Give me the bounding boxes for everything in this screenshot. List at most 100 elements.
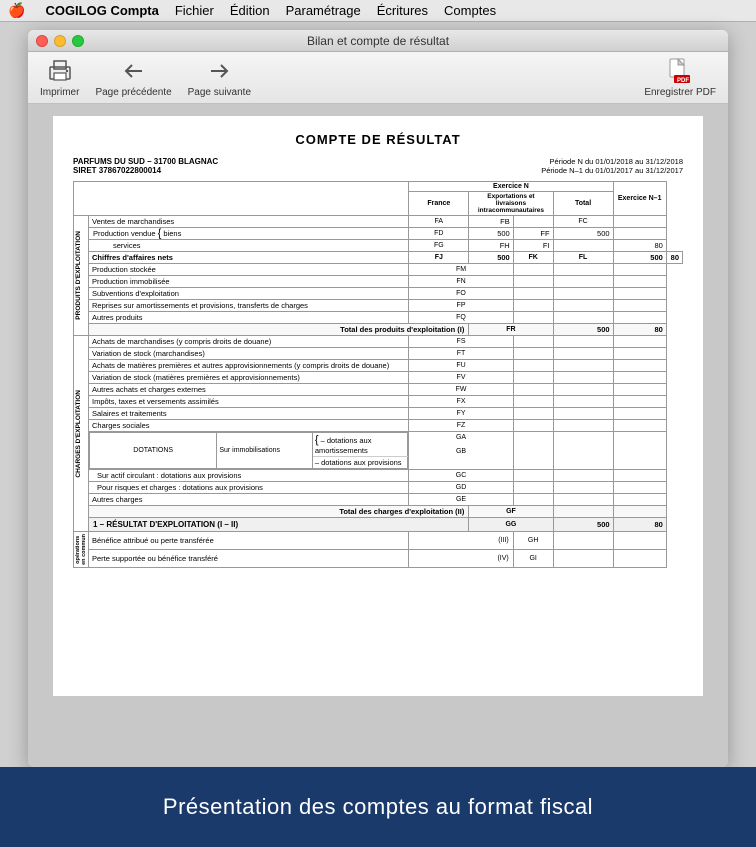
app-name[interactable]: COGILOG Compta: [45, 3, 158, 18]
resultat-exploit-500: 500: [553, 518, 613, 532]
total-charges-n1: [613, 506, 666, 518]
period-n1: Période N–1 du 01/01/2017 au 31/12/2017: [541, 166, 683, 175]
prod-services-label: services: [89, 240, 409, 252]
var-stock-mp-v2: [553, 372, 613, 384]
menu-comptes[interactable]: Comptes: [444, 3, 496, 18]
dot-actif-v2: [553, 470, 613, 482]
next-label: Page suivante: [188, 87, 251, 98]
dot-actif-label: Sur actif circulant : dotations aux prov…: [89, 470, 409, 482]
autres-achats-v2: [553, 384, 613, 396]
menu-ecritures[interactable]: Écritures: [377, 3, 428, 18]
total-produits-n1-80: 80: [613, 324, 666, 336]
document-title: COMPTE DE RÉSULTAT: [73, 132, 683, 147]
subv-v1: [513, 288, 553, 300]
charges-soc-label: Charges sociales: [89, 420, 409, 432]
dotations-v1: [513, 432, 553, 470]
document: COMPTE DE RÉSULTAT PARFUMS DU SUD – 3170…: [53, 116, 703, 696]
dot-risques-n1: [613, 482, 666, 494]
prev-page-button[interactable]: Page précédente: [95, 57, 171, 98]
siret: SIRET 37867022800014: [73, 166, 218, 175]
dot-actif-v1: [513, 470, 553, 482]
close-button[interactable]: [36, 35, 48, 47]
autres-prod-n1: [613, 312, 666, 324]
operations-section-label: opérationsen commun: [75, 534, 87, 565]
banner: Présentation des comptes au format fisca…: [0, 767, 756, 847]
content-area: COMPTE DE RÉSULTAT PARFUMS DU SUD – 3170…: [28, 104, 728, 767]
prod-immo-code-fn: FN: [409, 276, 513, 288]
produits-section-label: PRODUITS D'EXPLOITATION: [75, 231, 82, 320]
print-button[interactable]: Imprimer: [40, 57, 79, 98]
achats-mp-v1: [513, 360, 553, 372]
var-stock-mp-v1: [513, 372, 553, 384]
dot-risques-label: Pour risques et charges : dotations aux …: [89, 482, 409, 494]
perte-support-label: Perte supportée ou bénéfice transféré: [89, 550, 409, 568]
titlebar: Bilan et compte de résultat: [28, 30, 728, 52]
achats-mp-label: Achats de matières premières et autres a…: [89, 360, 409, 372]
print-icon: [44, 57, 76, 85]
pdf-label: Enregistrer PDF: [644, 87, 716, 98]
svg-text:PDF: PDF: [677, 78, 689, 84]
charges-section-label: CHARGES D'EXPLOITATION: [75, 390, 82, 478]
prod-services-n1-80: 80: [613, 240, 666, 252]
prod-biens-ff: FF: [513, 228, 553, 240]
total-charges-v: [553, 506, 613, 518]
dot-risques-v1: [513, 482, 553, 494]
print-label: Imprimer: [40, 87, 79, 98]
ca-n1-80: 80: [666, 252, 682, 264]
banner-text: Présentation des comptes au format fisca…: [163, 794, 593, 820]
achats-march-v1: [513, 336, 553, 348]
window-controls: [36, 35, 84, 47]
ca-fl: FL: [553, 252, 613, 264]
reprises-n1: [613, 300, 666, 312]
benefice-attrib-gh: GH: [513, 532, 553, 550]
prod-biens-val-500: 500: [469, 228, 513, 240]
achats-march-n1: [613, 336, 666, 348]
minimize-button[interactable]: [54, 35, 66, 47]
autres-charges-v1: [513, 494, 553, 506]
resultat-exploit-n1-80: 80: [613, 518, 666, 532]
autres-produits-label: Autres produits: [89, 312, 409, 324]
menu-parametrage[interactable]: Paramétrage: [286, 3, 361, 18]
prod-stockee-n1: [613, 264, 666, 276]
salaires-code-fy: FY: [409, 408, 513, 420]
autres-charges-v2: [553, 494, 613, 506]
total-produits-500: 500: [553, 324, 613, 336]
resultat-exploit-label: 1 – RÉSULTAT D'EXPLOITATION (I – II): [89, 518, 469, 532]
menu-edition[interactable]: Édition: [230, 3, 270, 18]
autres-achats-n1: [613, 384, 666, 396]
main-window: Bilan et compte de résultat Imprimer: [28, 30, 728, 767]
prod-stockee-v1: [513, 264, 553, 276]
next-page-button[interactable]: Page suivante: [188, 57, 251, 98]
achats-march-label: Achats de marchandises (y compris droits…: [89, 336, 409, 348]
autres-achats-code-fw: FW: [409, 384, 513, 396]
prod-services-code-fg: FG: [409, 240, 469, 252]
var-stock-mp-n1: [613, 372, 666, 384]
toolbar: Imprimer Page précédente Page suivante: [28, 52, 728, 104]
autres-achats-label: Autres achats et charges externes: [89, 384, 409, 396]
ca-tot-500: 500: [613, 252, 666, 264]
prod-stockee-label: Production stockée: [89, 264, 409, 276]
dot-risques-v2: [553, 482, 613, 494]
menu-fichier[interactable]: Fichier: [175, 3, 214, 18]
dotations-cell: DOTATIONS Sur immobilisations { – dotati…: [89, 432, 409, 470]
total-charges-label: Total des charges d'exploitation (II): [89, 506, 469, 518]
prod-immo-n1: [613, 276, 666, 288]
subv-exploit-code-fo: FO: [409, 288, 513, 300]
dotations-v2: [553, 432, 613, 470]
prod-stockee-code-fm: FM: [409, 264, 513, 276]
maximize-button[interactable]: [72, 35, 84, 47]
prev-page-icon: [118, 57, 150, 85]
salaires-v2: [553, 408, 613, 420]
dotations-n1: [613, 432, 666, 470]
total-produits-code-fr: FR: [469, 324, 553, 336]
var-stock-march-v1: [513, 348, 553, 360]
apple-menu[interactable]: 🍎: [8, 2, 25, 19]
menubar: 🍎 COGILOG Compta Fichier Édition Paramét…: [0, 0, 756, 22]
achats-mp-v2: [553, 360, 613, 372]
document-header: PARFUMS DU SUD – 31700 BLAGNAC SIRET 378…: [73, 157, 683, 175]
pdf-button[interactable]: PDF Enregistrer PDF: [644, 57, 716, 98]
ventes-code-fa: FA: [409, 216, 469, 228]
prod-biens-500: 500: [553, 228, 613, 240]
production-vendue-label: Production vendue { biens: [89, 228, 409, 240]
prod-stockee-v2: [553, 264, 613, 276]
